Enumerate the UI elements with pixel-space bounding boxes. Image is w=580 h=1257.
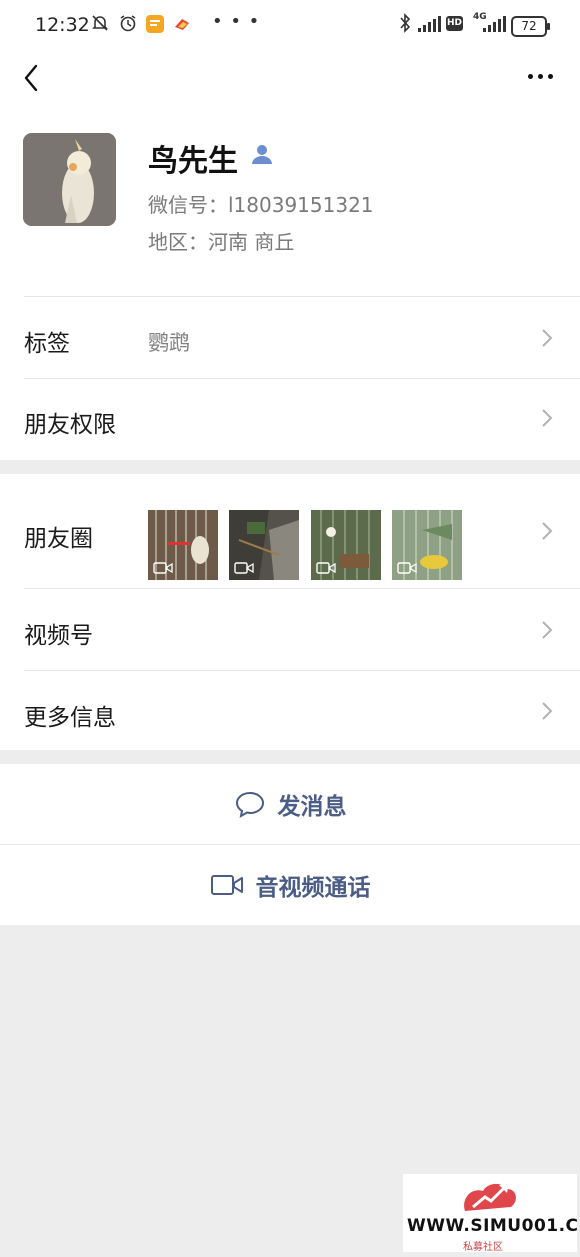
moments-thumbnail: [229, 510, 299, 580]
more-horizontal-icon: [527, 73, 533, 79]
video-icon: [316, 562, 336, 574]
bell-muted-icon: [90, 13, 110, 39]
watermark-sub: 私募社区: [463, 1242, 503, 1253]
profile-card: 鸟先生 微信号：l18039151321 地区：河南 商丘: [0, 100, 580, 296]
row-moments[interactable]: 朋友圈: [0, 474, 580, 588]
status-bar: 12:32 • • • HD 4G 72: [0, 0, 580, 52]
chevron-right-icon: [542, 522, 553, 540]
chevron-right-icon: [542, 329, 553, 347]
status-time: 12:32: [35, 14, 90, 36]
hd-icon: HD: [446, 16, 463, 31]
row-friend-permissions[interactable]: 朋友权限: [0, 378, 580, 460]
wechat-id: 微信号：l18039151321: [148, 193, 374, 217]
send-message-button[interactable]: 发消息: [0, 764, 580, 844]
row-tags-label: 标签: [24, 331, 70, 357]
chevron-right-icon: [542, 621, 553, 639]
alarm-icon: [118, 13, 138, 39]
more-options-button[interactable]: [520, 62, 560, 90]
row-channels-label: 视频号: [24, 623, 93, 649]
video-icon: [397, 562, 417, 574]
watermark-site: WWW.SIMU001.CN: [407, 1216, 580, 1236]
back-button[interactable]: [16, 56, 52, 96]
video-icon: [153, 562, 173, 574]
battery-icon: 72: [511, 16, 550, 37]
row-tags[interactable]: 标签 鹦鹉: [0, 296, 580, 378]
row-more-info[interactable]: 更多信息: [0, 670, 580, 750]
video-icon: [234, 562, 254, 574]
region: 地区：河南 商丘: [148, 230, 295, 254]
chevron-right-icon: [542, 702, 553, 720]
person-badge-icon: [250, 142, 274, 166]
chevron-right-icon: [542, 409, 553, 427]
avatar[interactable]: [23, 133, 116, 226]
chevron-left-icon: [24, 64, 38, 92]
moments-thumbnail: [392, 510, 462, 580]
top-nav-bar: [0, 52, 580, 100]
row-tags-value: 鹦鹉: [148, 331, 190, 355]
info-group-2: 朋友圈 视频号 更多信息: [0, 474, 580, 750]
video-call-button[interactable]: 音视频通话: [0, 845, 580, 925]
row-channels[interactable]: 视频号: [0, 588, 580, 670]
more-dots-icon: • • •: [212, 11, 261, 32]
moments-thumbnail: [311, 510, 381, 580]
app-notification-icon-2: [173, 15, 191, 39]
profile-name: 鸟先生: [148, 144, 238, 179]
bluetooth-icon: [398, 13, 412, 39]
info-group-1: 标签 鹦鹉 朋友权限: [0, 296, 580, 460]
signal-icon: [418, 16, 441, 32]
4g-signal-icon: [483, 16, 506, 32]
row-permissions-label: 朋友权限: [24, 412, 116, 438]
chat-bubble-icon: [235, 791, 264, 818]
video-camera-icon: [210, 875, 243, 895]
video-call-label: 音视频通话: [255, 875, 371, 901]
send-message-label: 发消息: [277, 794, 347, 820]
row-moments-label: 朋友圈: [24, 526, 93, 552]
app-notification-icon: [146, 15, 164, 39]
row-more-info-label: 更多信息: [24, 705, 116, 731]
watermark-logo-icon: [464, 1183, 516, 1211]
moments-thumbnail: [148, 510, 218, 580]
watermark: WWW.SIMU001.CN 私募社区: [403, 1174, 580, 1253]
